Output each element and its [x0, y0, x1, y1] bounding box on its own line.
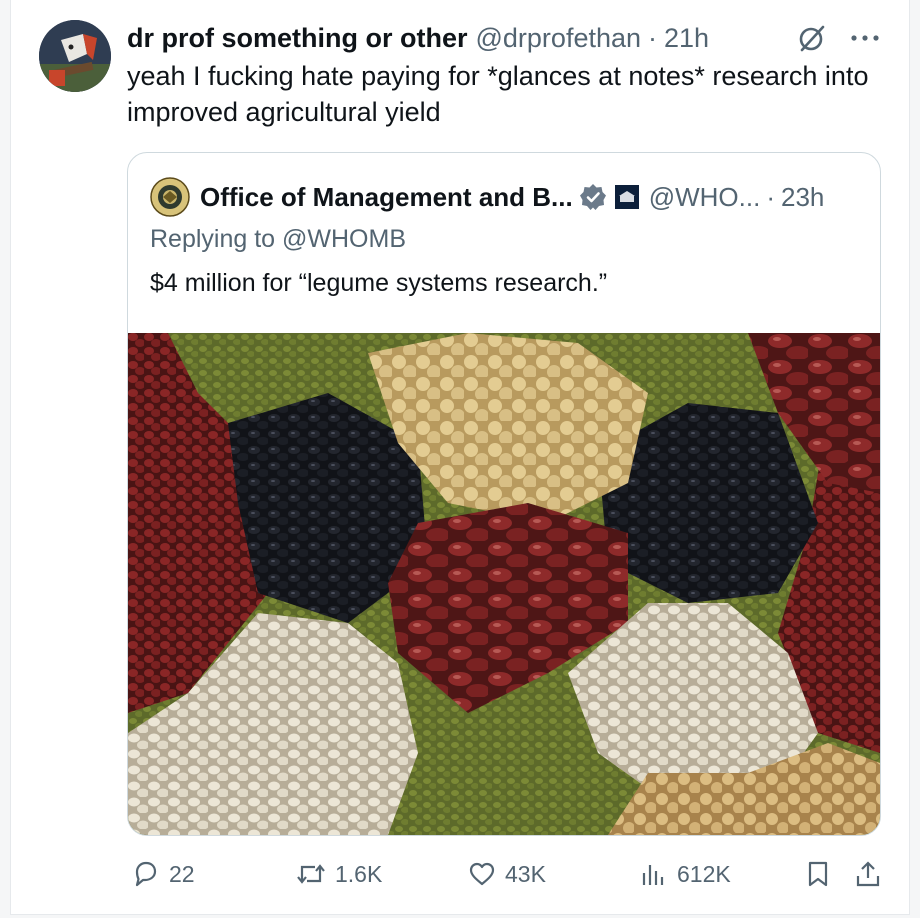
tweet-card[interactable]: dr prof something or other @drprofethan …: [10, 0, 910, 915]
reply-button[interactable]: 22: [131, 850, 195, 898]
author-display-name[interactable]: dr prof something or other: [127, 23, 468, 54]
omb-seal-avatar[interactable]: [150, 177, 190, 217]
tweet-actions-bar: 22 1.6K 43K 612K: [127, 850, 887, 898]
quoted-handle[interactable]: @WHO...: [649, 182, 761, 213]
quoted-timestamp[interactable]: 23h: [781, 182, 824, 213]
repost-count: 1.6K: [335, 860, 383, 887]
more-dots-icon[interactable]: [845, 18, 885, 58]
heart-icon: [469, 862, 495, 886]
repost-icon: [297, 864, 325, 884]
share-button[interactable]: [853, 850, 891, 898]
author-avatar[interactable]: [39, 20, 111, 92]
tweet-header: dr prof something or other @drprofethan …: [127, 18, 887, 58]
legumes-photo[interactable]: [128, 333, 880, 835]
views-bar-chart-icon: [642, 865, 664, 885]
verified-gold-badge-icon: [579, 184, 606, 210]
views-button[interactable]: 612K: [639, 850, 731, 898]
like-button[interactable]: 43K: [467, 850, 546, 898]
view-count: 612K: [677, 860, 731, 887]
quoted-tweet[interactable]: Office of Management and B... @WHO... · …: [127, 152, 881, 836]
quoted-separator: ·: [766, 181, 775, 212]
bookmark-icon: [808, 861, 828, 887]
quoted-display-name[interactable]: Office of Management and B...: [200, 182, 573, 213]
quoted-tweet-header: Office of Management and B... @WHO... · …: [150, 175, 870, 219]
replying-to-label: Replying to @WHOMB: [150, 225, 406, 253]
post-timestamp[interactable]: 21h: [664, 23, 709, 54]
header-separator: ·: [648, 22, 658, 53]
reply-icon: [135, 861, 157, 887]
reply-count: 22: [169, 860, 195, 887]
share-upload-icon: [856, 861, 880, 887]
tweet-body-text: yeah I fucking hate paying for *glances …: [127, 61, 869, 127]
repost-button[interactable]: 1.6K: [295, 850, 382, 898]
author-handle[interactable]: @drprofethan: [476, 23, 642, 54]
bookmark-button[interactable]: [803, 850, 841, 898]
white-house-affiliation-icon[interactable]: [614, 185, 639, 209]
like-count: 43K: [505, 860, 546, 887]
quoted-tweet-text: $4 million for “legume systems research.…: [150, 269, 608, 297]
grok-icon[interactable]: [795, 18, 829, 58]
